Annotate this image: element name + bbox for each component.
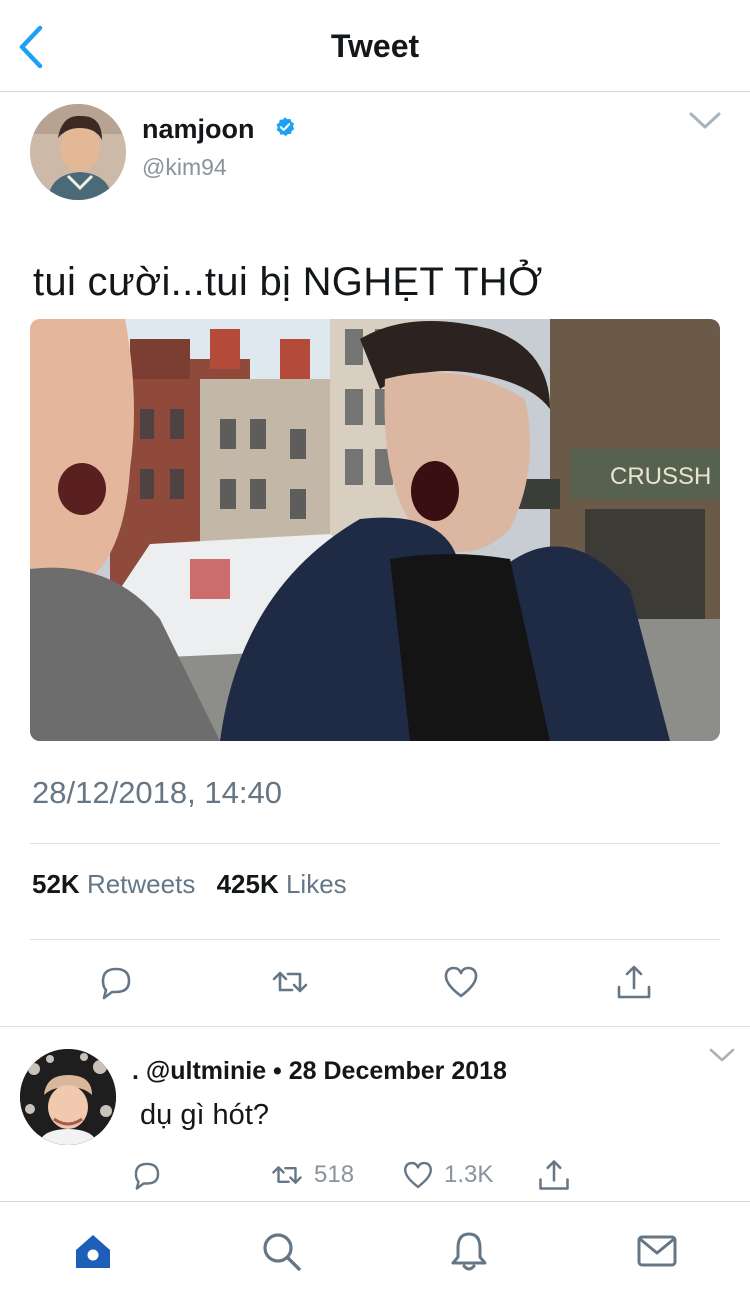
reply-actions: 518 1.3K: [0, 1155, 750, 1195]
reply-share-button[interactable]: [536, 1155, 572, 1195]
verified-badge-icon: [276, 117, 295, 137]
divider: [30, 939, 720, 940]
reply-retweet-button[interactable]: 518: [268, 1155, 354, 1195]
retweet-icon: [272, 1166, 302, 1184]
reply-avatar[interactable]: [20, 1049, 116, 1145]
messages-icon[interactable]: [634, 1228, 680, 1274]
retweet-icon[interactable]: [270, 962, 310, 1002]
reply-icon: [134, 1162, 160, 1190]
divider: [30, 843, 720, 844]
tweet-actions: [0, 962, 750, 1010]
tweet-text: tui cười...tui bị NGHẸT THỞ: [33, 260, 543, 304]
storefront-sign: CRUSSH: [610, 463, 711, 490]
like-heart-icon: [404, 1161, 432, 1189]
reply-meta[interactable]: . @ultminie • 28 December 2018: [132, 1057, 507, 1086]
likes-count[interactable]: 425K: [217, 869, 279, 899]
top-bar: Tweet: [0, 0, 750, 92]
tweet-stats: 52K Retweets 425K Likes: [32, 869, 361, 900]
reply-like-count: 1.3K: [444, 1161, 494, 1188]
like-heart-icon[interactable]: [441, 962, 481, 1002]
search-icon[interactable]: [258, 1228, 304, 1274]
tweet-timestamp: 28/12/2018, 14:40: [32, 775, 282, 810]
share-icon[interactable]: [614, 962, 654, 1002]
tweet-media[interactable]: CRUSSH: [30, 319, 720, 741]
reply-like-button[interactable]: 1.3K: [400, 1155, 493, 1195]
retweets-count[interactable]: 52K: [32, 869, 80, 899]
reply-icon[interactable]: [96, 962, 136, 1002]
reply-tweet[interactable]: . @ultminie • 28 December 2018 dụ gì hót…: [0, 1027, 750, 1201]
bottom-tab-bar: [0, 1201, 750, 1298]
chevron-down-icon[interactable]: [688, 106, 722, 134]
retweets-label[interactable]: Retweets: [87, 869, 195, 899]
author-name[interactable]: namjoon: [142, 114, 255, 145]
tweet-author: namjoon @kim94: [30, 104, 722, 204]
home-icon[interactable]: [70, 1228, 116, 1274]
likes-label[interactable]: Likes: [286, 869, 347, 899]
reply-retweet-count: 518: [314, 1161, 355, 1188]
reply-reply-button[interactable]: [130, 1155, 164, 1195]
reply-text: dụ gì hót?: [140, 1099, 269, 1131]
page-title: Tweet: [330, 28, 420, 64]
share-icon: [539, 1160, 569, 1190]
notifications-icon[interactable]: [446, 1228, 492, 1274]
chevron-down-icon[interactable]: [708, 1045, 736, 1065]
author-avatar[interactable]: [30, 104, 126, 200]
author-handle[interactable]: @kim94: [142, 154, 227, 181]
